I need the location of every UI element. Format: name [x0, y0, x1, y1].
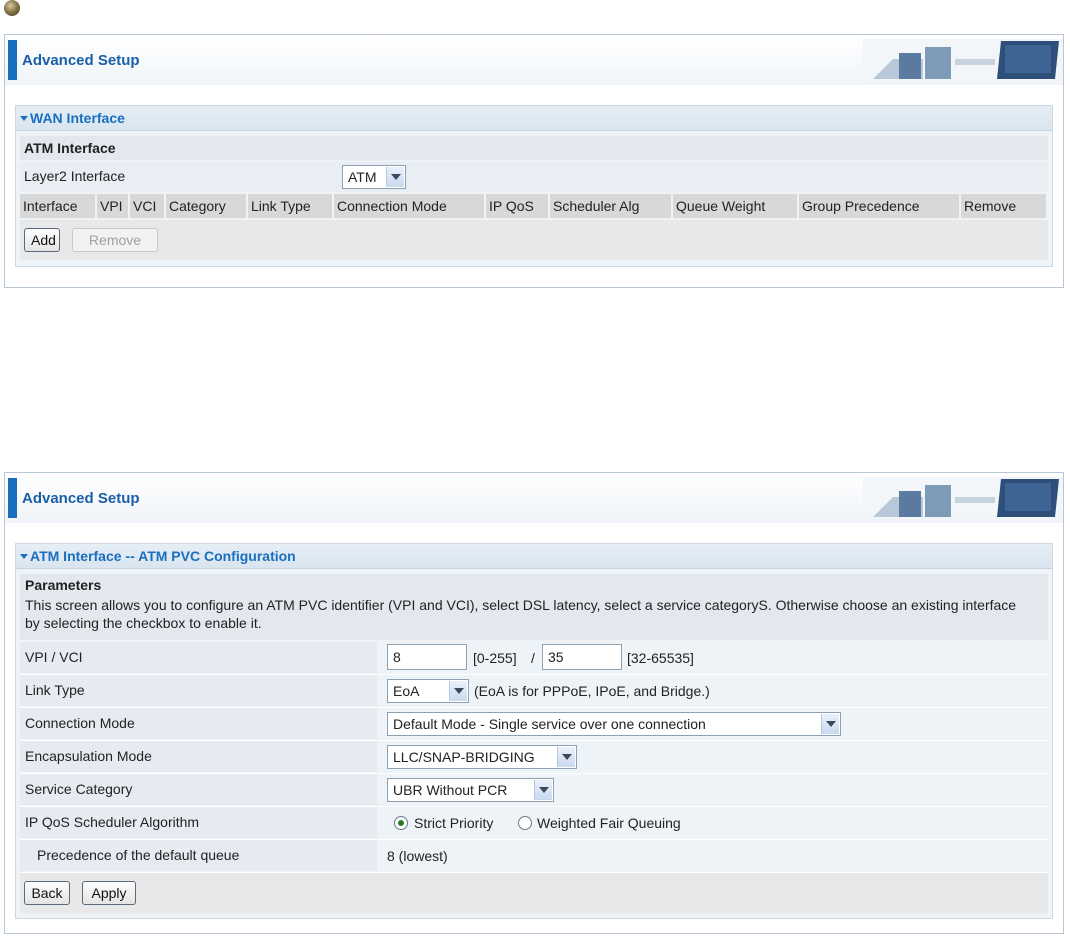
- banner-title: Advanced Setup: [22, 52, 140, 69]
- vpi-range: [0-255]: [473, 650, 517, 666]
- column-header: Scheduler Alg: [550, 194, 671, 218]
- connection-mode-value: Default Mode - Single service over one c…: [393, 716, 706, 732]
- button-row: Add Remove: [20, 220, 1048, 260]
- link-type-value: EoA: [393, 683, 420, 699]
- precedence-label: Precedence of the default queue: [20, 840, 377, 871]
- banner-accent-bar: [8, 478, 17, 518]
- service-category-label: Service Category: [20, 774, 377, 805]
- layer2-value: ATM: [348, 169, 377, 185]
- back-button[interactable]: Back: [24, 881, 70, 905]
- collapse-triangle-icon: [20, 116, 28, 121]
- chevron-down-icon: [449, 681, 467, 701]
- encapsulation-row: Encapsulation Mode LLC/SNAP-BRIDGING: [20, 741, 1048, 774]
- link-type-row: Link Type EoA (EoA is for PPPoE, IPoE, a…: [20, 675, 1048, 708]
- banner-accent-bar: [8, 40, 17, 80]
- section-title: WAN Interface: [30, 110, 125, 126]
- add-button[interactable]: Add: [24, 228, 60, 252]
- banner-illustration-icon: [863, 39, 1063, 81]
- scheduler-row: IP QoS Scheduler Algorithm Strict Priori…: [20, 807, 1048, 840]
- apply-button[interactable]: Apply: [82, 881, 136, 905]
- table-header-row: Interface VPI VCI Category Link Type Con…: [20, 194, 1048, 218]
- atm-interface-subheader: ATM Interface: [20, 136, 1048, 160]
- service-category-select[interactable]: UBR Without PCR: [387, 778, 554, 802]
- column-header: Group Precedence: [799, 194, 959, 218]
- column-header: IP QoS: [486, 194, 548, 218]
- weighted-fair-queuing-label: Weighted Fair Queuing: [537, 815, 681, 831]
- service-category-row: Service Category UBR Without PCR: [20, 774, 1048, 807]
- precedence-label-text: Precedence of the default queue: [37, 847, 240, 863]
- layer2-label: Layer2 Interface: [24, 168, 126, 184]
- precedence-value: 8 (lowest): [387, 848, 448, 864]
- column-header: Link Type: [248, 194, 332, 218]
- link-type-select[interactable]: EoA: [387, 679, 469, 703]
- column-header: Queue Weight: [673, 194, 797, 218]
- connection-mode-row: Connection Mode Default Mode - Single se…: [20, 708, 1048, 741]
- vpi-vci-label: VPI / VCI: [20, 642, 377, 673]
- layer2-row: Layer2 Interface ATM: [20, 162, 1048, 192]
- banner: Advanced Setup: [5, 35, 1063, 85]
- vci-range: [32-65535]: [627, 650, 694, 666]
- atm-pvc-section: ATM Interface -- ATM PVC Configuration P…: [15, 543, 1053, 919]
- precedence-row: Precedence of the default queue 8 (lowes…: [20, 840, 1048, 873]
- column-header: Connection Mode: [334, 194, 484, 218]
- connection-mode-select[interactable]: Default Mode - Single service over one c…: [387, 712, 841, 736]
- chevron-down-icon: [386, 167, 404, 187]
- banner: Advanced Setup: [5, 473, 1063, 523]
- weighted-fair-queuing-radio[interactable]: [518, 816, 532, 830]
- wan-interface-panel: Advanced Setup WAN Interface ATM Interfa…: [4, 34, 1064, 288]
- vpi-vci-row: VPI / VCI 8 [0-255] / 35 [32-65535]: [20, 642, 1048, 675]
- scheduler-label: IP QoS Scheduler Algorithm: [20, 807, 377, 838]
- link-type-note: (EoA is for PPPoE, IPoE, and Bridge.): [474, 683, 710, 699]
- banner-title: Advanced Setup: [22, 490, 140, 507]
- parameters-block: Parameters This screen allows you to con…: [20, 574, 1048, 640]
- section-header[interactable]: ATM Interface -- ATM PVC Configuration: [16, 544, 1052, 569]
- vpi-vci-separator: /: [531, 650, 535, 666]
- service-category-value: UBR Without PCR: [393, 782, 508, 798]
- link-type-label: Link Type: [20, 675, 377, 706]
- collapse-triangle-icon: [20, 554, 28, 559]
- banner-illustration-icon: [863, 477, 1063, 519]
- column-header: VCI: [130, 194, 164, 218]
- chevron-down-icon: [557, 747, 575, 767]
- column-header: Remove: [961, 194, 1046, 218]
- vpi-input[interactable]: 8: [387, 644, 467, 670]
- connection-mode-label: Connection Mode: [20, 708, 377, 739]
- parameters-description: This screen allows you to configure an A…: [25, 597, 1017, 631]
- atm-pvc-panel: Advanced Setup ATM Interface -- ATM PVC …: [4, 472, 1064, 934]
- section-header[interactable]: WAN Interface: [16, 106, 1052, 131]
- encapsulation-label: Encapsulation Mode: [20, 741, 377, 772]
- section-title: ATM Interface -- ATM PVC Configuration: [30, 548, 296, 564]
- parameters-title: Parameters: [25, 577, 102, 593]
- bullet-icon: [4, 0, 20, 16]
- chevron-down-icon: [821, 714, 839, 734]
- wan-interface-section: WAN Interface ATM Interface Layer2 Inter…: [15, 105, 1053, 267]
- column-header: Category: [166, 194, 246, 218]
- chevron-down-icon: [534, 780, 552, 800]
- strict-priority-radio[interactable]: [394, 816, 408, 830]
- column-header: VPI: [97, 194, 128, 218]
- vci-input[interactable]: 35: [542, 644, 622, 670]
- column-header: Interface: [20, 194, 95, 218]
- layer2-select[interactable]: ATM: [342, 165, 406, 189]
- encapsulation-value: LLC/SNAP-BRIDGING: [393, 749, 535, 765]
- strict-priority-label: Strict Priority: [414, 815, 494, 831]
- remove-button[interactable]: Remove: [72, 228, 158, 252]
- button-row: Back Apply: [20, 873, 1048, 913]
- encapsulation-select[interactable]: LLC/SNAP-BRIDGING: [387, 745, 577, 769]
